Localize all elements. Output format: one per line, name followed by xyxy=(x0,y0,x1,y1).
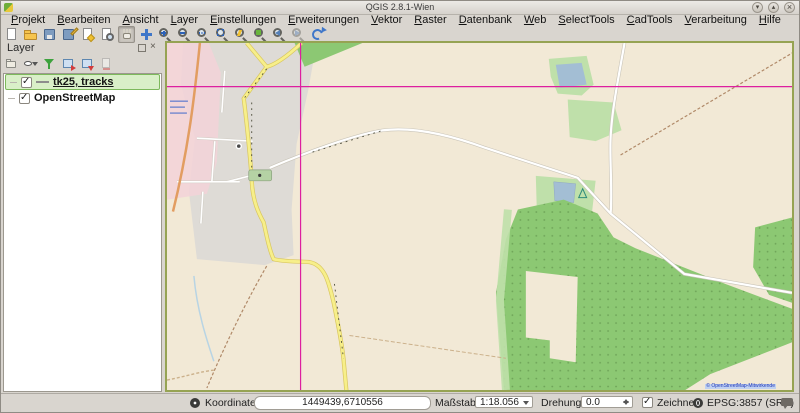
menu-erweiterungen[interactable]: Erweiterungen xyxy=(282,14,365,27)
add-group-button[interactable] xyxy=(5,57,19,71)
zoom-out-button[interactable] xyxy=(177,27,192,42)
map-svg xyxy=(167,43,792,390)
poi-symbol xyxy=(237,144,241,148)
pan-selection-button[interactable] xyxy=(139,27,154,42)
rotation-spinbox[interactable]: 0.0 xyxy=(581,396,633,408)
layer-list: tk25, tracks OpenStreetMap xyxy=(3,73,162,392)
scale-label: Maßstab xyxy=(435,397,476,409)
chevron-down-icon xyxy=(523,401,529,405)
zoom-in-button[interactable] xyxy=(158,27,173,42)
scale-combobox[interactable]: 1:18.056 xyxy=(475,396,533,408)
zoom-layer-button[interactable] xyxy=(234,27,249,42)
layer-visibility-checkbox[interactable] xyxy=(21,77,32,88)
main-toolbar xyxy=(1,27,800,42)
window-maximize-button[interactable] xyxy=(768,2,779,13)
menu-verarbeitung[interactable]: Verarbeitung xyxy=(679,14,753,27)
menu-bearbeiten[interactable]: Bearbeiten xyxy=(51,14,116,27)
remove-layer-button[interactable] xyxy=(100,57,114,71)
crs-icon xyxy=(693,398,703,408)
coordinate-label: Koordinate: xyxy=(205,397,259,409)
layer-item-openstreetmap[interactable]: OpenStreetMap xyxy=(4,90,161,106)
menu-vektor[interactable]: Vektor xyxy=(365,14,408,27)
expand-all-button[interactable] xyxy=(62,57,76,71)
osm-attribution[interactable]: © OpenStreetMap-Mitwirkende xyxy=(705,384,776,389)
line-symbol-icon xyxy=(36,81,49,83)
menu-hilfe[interactable]: Hilfe xyxy=(753,14,787,27)
save-project-button[interactable] xyxy=(42,27,57,42)
map-canvas[interactable]: © OpenStreetMap-Mitwirkende xyxy=(165,41,794,392)
status-bar: Koordinate: 1449439,6710556 Maßstab 1:18… xyxy=(1,393,799,412)
mouse-position-icon xyxy=(190,398,200,408)
zoom-native-button[interactable] xyxy=(196,27,211,42)
zoom-full-button[interactable] xyxy=(215,27,230,42)
zoom-next-button[interactable] xyxy=(291,27,306,42)
window-minimize-button[interactable] xyxy=(752,2,763,13)
refresh-button[interactable] xyxy=(310,27,325,42)
pond xyxy=(554,182,576,203)
pan-button[interactable] xyxy=(118,26,135,43)
dock-close-icon[interactable] xyxy=(150,41,160,51)
coordinate-input[interactable]: 1449439,6710556 xyxy=(254,396,431,410)
messages-icon[interactable] xyxy=(781,398,793,406)
map-label-lines xyxy=(170,101,188,102)
menu-projekt[interactable]: Projekt xyxy=(5,14,51,27)
spin-down-icon[interactable] xyxy=(623,401,629,405)
zoom-selection-button[interactable] xyxy=(253,27,268,42)
open-project-button[interactable] xyxy=(23,27,38,42)
tree-branch xyxy=(8,98,15,99)
layers-panel-header: Layer xyxy=(1,42,164,55)
layers-panel-title: Layer xyxy=(7,42,35,54)
layer-item-tk25-tracks[interactable]: tk25, tracks xyxy=(5,74,160,90)
rotation-value: 0.0 xyxy=(586,397,600,408)
new-project-button[interactable] xyxy=(4,27,19,42)
menu-raster[interactable]: Raster xyxy=(408,14,452,27)
collapse-all-button[interactable] xyxy=(81,57,95,71)
composer-manager-button[interactable] xyxy=(99,27,114,42)
scale-value: 1:18.056 xyxy=(480,397,519,408)
rotation-label: Drehung: xyxy=(541,397,584,409)
menu-layer[interactable]: Layer xyxy=(165,14,205,27)
zoom-last-button[interactable] xyxy=(272,27,287,42)
save-project-as-button[interactable] xyxy=(61,27,76,42)
new-composer-button[interactable] xyxy=(80,27,95,42)
layers-panel-toolbar xyxy=(1,55,164,72)
menu-web[interactable]: Web xyxy=(518,14,552,27)
window-close-button[interactable] xyxy=(784,2,795,13)
filter-legend-button[interactable] xyxy=(43,57,57,71)
menu-cadtools[interactable]: CadTools xyxy=(621,14,679,27)
menu-datenbank[interactable]: Datenbank xyxy=(453,14,518,27)
layers-panel: Layer tk25, tracks OpenStreetMap xyxy=(1,42,164,392)
menu-einstellungen[interactable]: Einstellungen xyxy=(204,14,282,27)
dock-float-icon[interactable] xyxy=(138,44,146,52)
poi-dot xyxy=(258,174,261,177)
title-bar: QGIS 2.8.1-Wien xyxy=(1,1,799,15)
lake xyxy=(556,63,587,88)
layer-visibility-checkbox[interactable] xyxy=(19,93,30,104)
visibility-presets-button[interactable] xyxy=(24,57,38,71)
layer-label: tk25, tracks xyxy=(53,76,114,88)
render-checkbox[interactable] xyxy=(642,397,653,408)
tree-branch xyxy=(10,82,17,83)
menu-selecttools[interactable]: SelectTools xyxy=(552,14,620,27)
layer-label: OpenStreetMap xyxy=(34,92,115,104)
window-title: QGIS 2.8.1-Wien xyxy=(1,2,799,12)
qgis-window: QGIS 2.8.1-Wien ProjektBearbeitenAnsicht… xyxy=(0,0,800,413)
